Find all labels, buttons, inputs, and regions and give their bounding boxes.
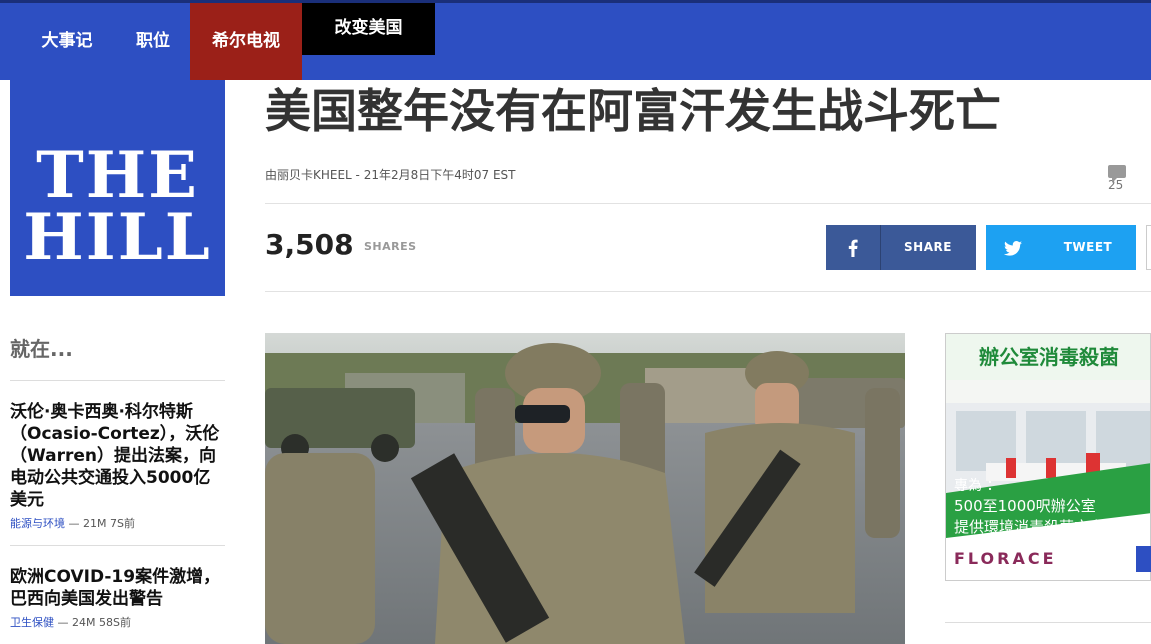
rail-category-link[interactable]: 卫生保健 (10, 616, 54, 629)
comment-count[interactable]: 25 (1108, 164, 1151, 192)
just-in-heading: 就在... (10, 337, 73, 361)
twitter-icon (986, 225, 1040, 270)
nav-item-timeline[interactable]: 大事记 (22, 3, 112, 80)
list-item: 沃伦·奥卡西奥·科尔特斯（Ocasio-Cortez），沃伦（Warren）提出… (10, 401, 225, 531)
facebook-share-label: SHARE (904, 240, 952, 254)
logo-line-the: THE (36, 138, 199, 213)
nav-item-changing-america[interactable]: 改变美国 (302, 3, 435, 55)
rail-timestamp: — 24M 58S前 (57, 616, 131, 629)
logo-line-hill: HILL (23, 200, 212, 275)
facebook-icon (826, 225, 881, 270)
article-photo (265, 333, 905, 644)
ad-line-2: 500至1000呎辦公室 (954, 497, 1096, 515)
more-share-button[interactable] (1146, 225, 1151, 270)
article-headline: 美国整年没有在阿富汗发生战斗死亡 (265, 84, 1001, 138)
rail-meta: 能源与环境 — 21M 7S前 (10, 515, 225, 531)
rail-divider (10, 380, 225, 381)
top-nav-bar: 大事记 职位 希尔电视 改变美国 (0, 0, 1151, 80)
nav-item-jobs[interactable]: 职位 (118, 3, 188, 80)
the-hill-logo[interactable]: THE HILL (10, 80, 225, 296)
divider (265, 291, 1151, 292)
article-byline: 由丽贝卡KHEEL - 21年2月8日下午4时07 EST (265, 168, 516, 182)
rail-timestamp: — 21M 7S前 (68, 517, 135, 530)
twitter-tweet-label: TWEET (1063, 240, 1113, 254)
ad-title: 辦公室消毒殺菌 (946, 334, 1150, 380)
rail-divider (10, 545, 225, 546)
nav-item-hill-tv[interactable]: 希尔电视 (190, 3, 302, 80)
rail-headline-link[interactable]: 欧洲COVID-19案件激增，巴西向美国发出警告 (10, 566, 225, 610)
facebook-share-button[interactable]: SHARE (826, 225, 976, 270)
rail-category-link[interactable]: 能源与环境 (10, 517, 65, 530)
advertisement[interactable]: 辦公室消毒殺菌 專為 ： 500至1000呎辦公室 提供環境消毒殺菌方案 FLO… (945, 333, 1151, 581)
ad-info-badge[interactable] (1136, 546, 1151, 572)
ad-brand-logo: FLORACE (954, 549, 1057, 568)
comment-icon (1108, 165, 1126, 183)
ad-line-3: 提供環境消毒殺菌方案 (954, 518, 1105, 536)
share-count: 3,508 (265, 228, 354, 261)
divider (945, 622, 1151, 623)
list-item: 欧洲COVID-19案件激增，巴西向美国发出警告 卫生保健 — 24M 58S前 (10, 566, 225, 630)
share-count-label: SHARES (364, 240, 417, 253)
divider (265, 203, 1151, 204)
soldiers-photo-illustration (265, 333, 905, 644)
rail-headline-link[interactable]: 沃伦·奥卡西奥·科尔特斯（Ocasio-Cortez），沃伦（Warren）提出… (10, 401, 225, 511)
ad-line-1: 專為 ： (954, 478, 1001, 494)
rail-meta: 卫生保健 — 24M 58S前 (10, 614, 225, 630)
twitter-tweet-button[interactable]: TWEET (986, 225, 1136, 270)
